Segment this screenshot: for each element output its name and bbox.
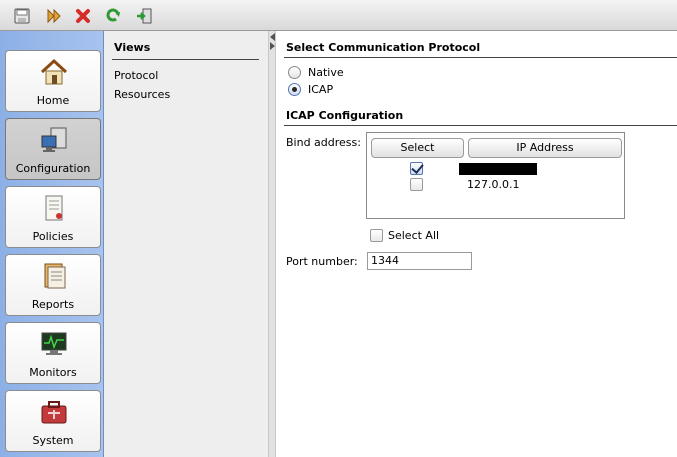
panel-splitter[interactable] — [268, 31, 276, 457]
bind-address-label: Bind address: — [286, 136, 361, 149]
forward-icon[interactable] — [45, 7, 63, 25]
native-radio[interactable] — [288, 66, 301, 79]
monitors-icon — [39, 329, 69, 359]
save-icon[interactable] — [13, 7, 31, 25]
expand-right-icon[interactable] — [270, 42, 275, 50]
views-title: Views — [114, 41, 151, 54]
nav-item-label: Reports — [31, 298, 75, 311]
native-label: Native — [308, 66, 344, 79]
icap-label: ICAP — [308, 83, 334, 96]
views-panel: Views Protocol Resources — [104, 31, 268, 457]
port-number-input[interactable]: 1344 — [367, 252, 472, 270]
row-select-checkbox[interactable] — [410, 162, 423, 175]
views-link-protocol[interactable]: Protocol — [114, 69, 158, 82]
select-all-checkbox[interactable] — [370, 229, 383, 242]
nav-item-label: Home — [36, 94, 70, 107]
divider — [284, 57, 677, 58]
icap-radio[interactable] — [288, 83, 301, 96]
nav-item-configuration[interactable]: Configuration — [5, 118, 101, 180]
row-select-checkbox[interactable] — [410, 178, 423, 191]
nav-item-system[interactable]: System — [5, 390, 101, 452]
toolbar — [0, 0, 677, 31]
redacted-ip-address — [459, 163, 537, 175]
bind-address-table: Select IP Address 127.0.0.1 — [366, 132, 625, 219]
views-link-resources[interactable]: Resources — [114, 88, 170, 101]
nav-item-reports[interactable]: Reports — [5, 254, 101, 316]
nav-item-home[interactable]: Home — [5, 50, 101, 112]
select-all-label: Select All — [388, 229, 440, 242]
collapse-left-icon[interactable] — [270, 33, 275, 41]
delete-icon[interactable] — [74, 7, 92, 25]
ip-address-column-header[interactable]: IP Address — [468, 138, 622, 158]
ip-address-cell: 127.0.0.1 — [467, 178, 520, 191]
icap-section-title: ICAP Configuration — [286, 109, 404, 122]
policies-icon — [39, 193, 69, 223]
protocol-section-title: Select Communication Protocol — [286, 41, 481, 54]
reports-icon — [39, 261, 69, 291]
divider — [284, 125, 677, 126]
nav-item-label: Policies — [32, 230, 74, 243]
system-icon — [39, 397, 69, 427]
nav-item-label: Configuration — [15, 162, 91, 175]
nav-item-label: System — [32, 434, 74, 447]
refresh-icon[interactable] — [104, 7, 122, 25]
nav-item-policies[interactable]: Policies — [5, 186, 101, 248]
configuration-icon — [39, 125, 69, 155]
main-content: Select Communication Protocol Native ICA… — [276, 31, 677, 457]
home-icon — [39, 57, 69, 87]
select-column-header[interactable]: Select — [371, 138, 464, 158]
divider — [112, 59, 259, 60]
nav-item-monitors[interactable]: Monitors — [5, 322, 101, 384]
sidebar-nav: Home Configuration Policies Reports Moni… — [0, 31, 104, 457]
nav-item-label: Monitors — [29, 366, 77, 379]
exit-icon[interactable] — [135, 7, 153, 25]
port-number-label: Port number: — [286, 255, 358, 268]
